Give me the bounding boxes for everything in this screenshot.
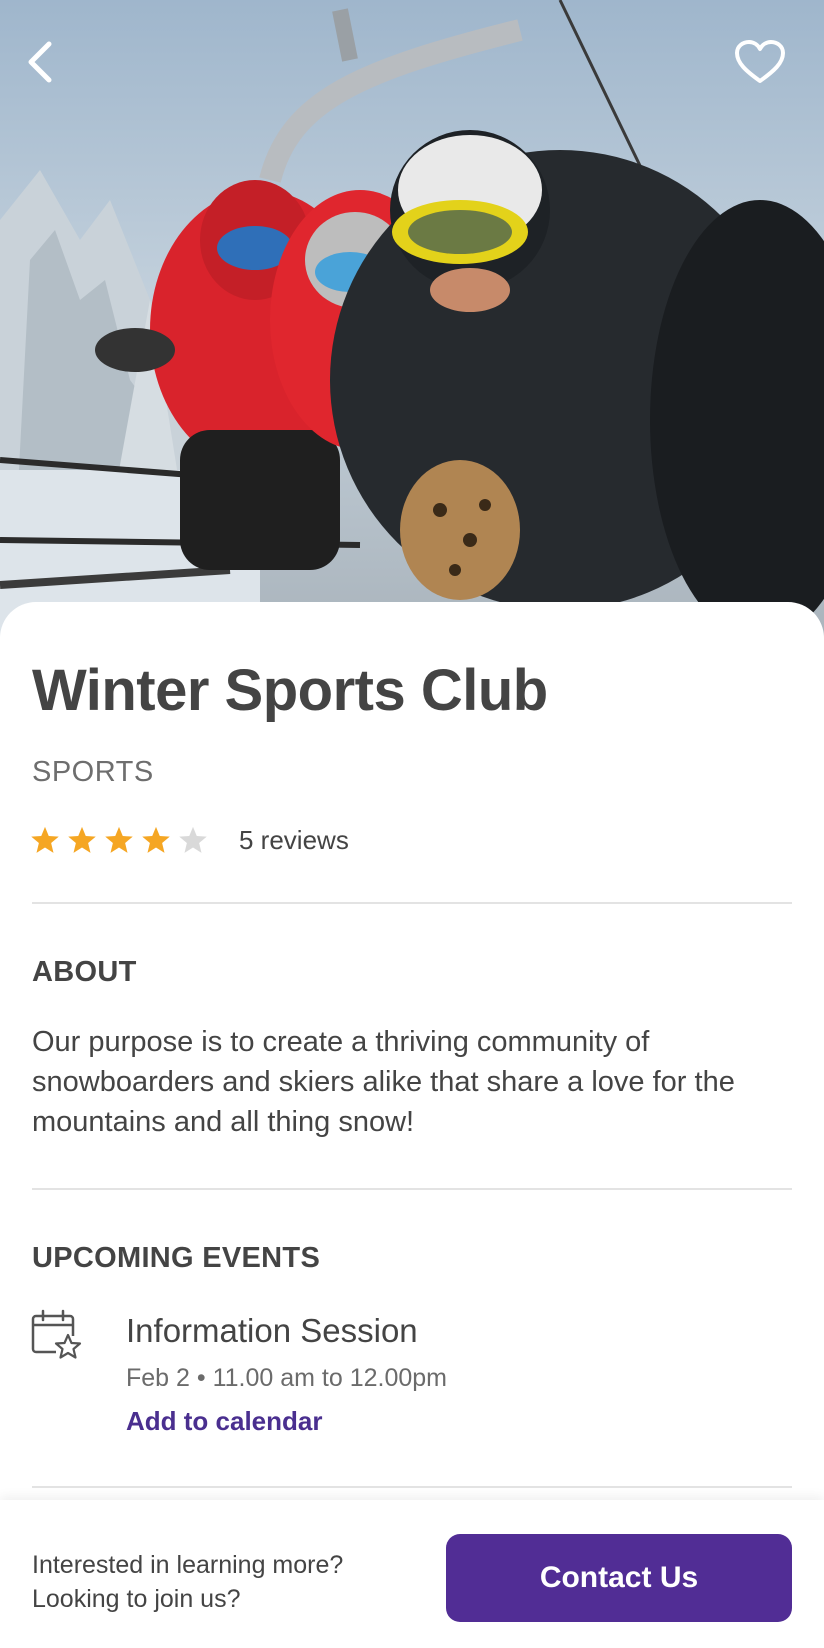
star-filled-icon [68,826,96,853]
club-title: Winter Sports Club [32,658,548,723]
event-title: Information Session [126,1312,418,1349]
back-button[interactable] [18,36,62,88]
add-to-calendar-link[interactable]: Add to calendar [126,1406,322,1437]
divider [32,1486,792,1488]
club-category: SPORTS [32,756,154,788]
contact-us-button[interactable]: Contact Us [446,1534,792,1622]
star-rating [30,825,215,855]
star-filled-icon [105,826,133,853]
event-datetime: Feb 2 • 11.00 am to 12.00pm [126,1364,447,1392]
star-empty-icon [179,826,207,853]
footer-line-1: Interested in learning more? [32,1551,344,1579]
star-filled-icon [31,826,59,853]
divider [32,1188,792,1190]
favorite-button[interactable] [732,36,788,88]
chevron-left-icon [28,41,52,83]
hero-image [0,0,824,640]
rating: 5 reviews [30,820,349,860]
footer-prompt: Interested in learning more? Looking to … [32,1548,343,1616]
hero-photo-illustration [0,0,824,640]
upcoming-events-heading: UPCOMING EVENTS [32,1242,321,1274]
about-text: Our purpose is to create a thriving comm… [32,1026,735,1138]
divider [32,902,792,904]
about-heading: ABOUT [32,956,137,988]
calendar-star-icon [31,1309,82,1360]
reviews-count: 5 reviews [239,824,349,855]
heart-outline-icon [735,40,785,83]
star-filled-icon [142,826,170,853]
footer-line-2: Looking to join us? [32,1585,241,1613]
